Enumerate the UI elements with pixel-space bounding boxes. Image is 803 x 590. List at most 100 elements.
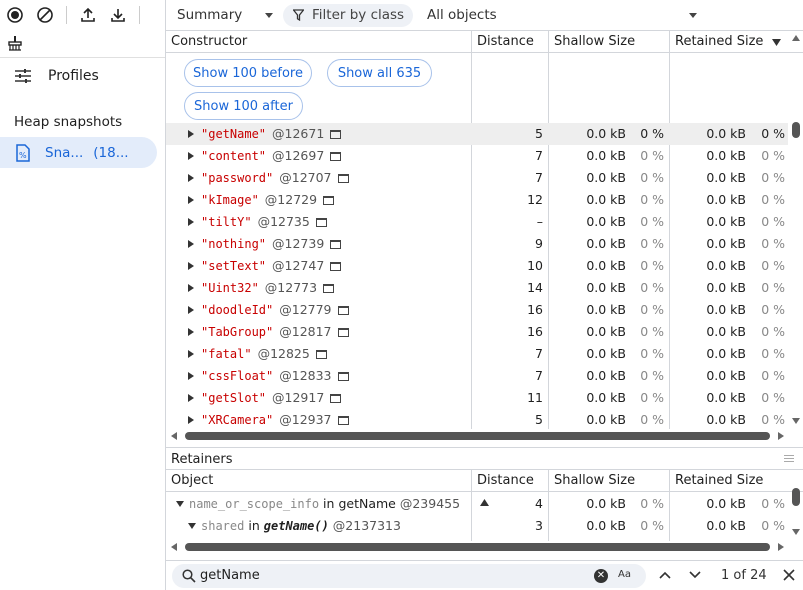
distance-cell: 4 [535,496,543,511]
shallow-percent-cell: 0 % [640,324,664,339]
expand-arrow-icon[interactable] [188,416,194,424]
table-row[interactable]: "TabGroup" @12817 16 0.0 kB 0 % 0.0 kB 0 % [166,321,788,343]
window-icon [330,262,342,271]
sidebar-item-profiles[interactable]: Profiles [14,68,99,84]
table-row[interactable]: "fatal" @12825 7 0.0 kB 0 % 0.0 kB 0 % [166,343,788,365]
collapse-arrow-icon[interactable] [176,501,184,507]
header-retained-size[interactable]: Retained Size [670,470,790,492]
shallow-percent-cell: 0 % [640,390,664,405]
objects-select[interactable]: All objects [427,7,697,23]
toolbar-separator [139,6,140,24]
retained-percent-cell: 0 % [761,192,785,207]
collect-garbage-icon[interactable] [4,32,26,54]
scroll-up-arrow-icon[interactable] [792,35,800,41]
retainer-row[interactable]: name_or_scope_info in getName @239455 4 0.0 k… [166,493,788,515]
window-icon [337,174,349,183]
search-input[interactable]: getName ✕ Aa [172,564,646,588]
constructor-name: "XRCamera" @12937 [201,412,349,427]
sidebar-divider [0,57,165,58]
scroll-right-arrow-icon[interactable] [778,543,784,551]
scroll-down-arrow-icon[interactable] [792,529,800,535]
table-row[interactable]: "XRCamera" @12937 5 0.0 kB 0 % 0.0 kB 0 % [166,409,788,431]
show-before-button[interactable]: Show 100 before [184,59,312,87]
header-constructor[interactable]: Constructor [166,31,471,53]
collapse-arrow-icon[interactable] [188,523,196,529]
close-icon[interactable] [781,567,797,583]
table-row[interactable]: "doodleId" @12779 16 0.0 kB 0 % 0.0 kB 0 % [166,299,788,321]
show-after-button[interactable]: Show 100 after [184,92,303,120]
class-filter-input[interactable]: Filter by class [283,3,413,27]
object-id: @12773 [264,280,318,295]
expand-arrow-icon[interactable] [188,394,194,402]
retainers-vertical-scrollbar[interactable] [789,488,803,540]
string-value: "Uint32" [201,281,259,295]
shallow-size-cell: 0.0 kB [586,280,626,295]
previous-match-icon[interactable] [657,567,673,583]
next-match-icon[interactable] [687,567,703,583]
expand-arrow-icon[interactable] [188,152,194,160]
toolbar-separator [66,6,67,24]
scroll-right-arrow-icon[interactable] [778,432,784,440]
table-row[interactable]: "setText" @12747 10 0.0 kB 0 % 0.0 kB 0 % [166,255,788,277]
shallow-size-cell: 0.0 kB [586,192,626,207]
expand-arrow-icon[interactable] [188,174,194,182]
match-count: 1 of 24 [721,568,767,583]
header-shallow-size[interactable]: Shallow Size [549,31,669,53]
header-retained-size[interactable]: Retained Size [670,31,770,53]
scroll-left-arrow-icon[interactable] [171,432,177,440]
table-row[interactable]: "getSlot" @12917 11 0.0 kB 0 % 0.0 kB 0 % [166,387,788,409]
expand-arrow-icon[interactable] [188,284,194,292]
object-id: @12671 [272,126,325,141]
retained-size-cell: 0.0 kB [706,258,746,273]
distance-cell: 7 [535,368,543,383]
expand-arrow-icon[interactable] [188,306,194,314]
horizontal-scroll-thumb[interactable] [185,432,770,440]
show-all-button[interactable]: Show all 635 [327,59,432,87]
upload-icon[interactable] [77,4,99,26]
vertical-scroll-thumb[interactable] [792,488,800,506]
summary-vertical-scrollbar[interactable] [789,31,803,429]
expand-arrow-icon[interactable] [188,350,194,358]
table-row[interactable]: "Uint32" @12773 14 0.0 kB 0 % 0.0 kB 0 % [166,277,788,299]
vertical-scroll-thumb[interactable] [792,122,800,138]
table-row[interactable]: "nothing" @12739 9 0.0 kB 0 % 0.0 kB 0 % [166,233,788,255]
retainer-row[interactable]: shared in getName() @2137313 3 0.0 kB 0 % 0.0 k… [166,515,788,537]
table-row[interactable]: "content" @12697 7 0.0 kB 0 % 0.0 kB 0 % [166,145,788,167]
download-icon[interactable] [107,4,129,26]
header-object[interactable]: Object [166,470,471,492]
table-row[interactable]: "kImage" @12729 12 0.0 kB 0 % 0.0 kB 0 % [166,189,788,211]
retained-percent-cell: 0 % [761,302,785,317]
table-row[interactable]: "tiltY" @12735 – 0.0 kB 0 % 0.0 kB 0 % [166,211,788,233]
expand-arrow-icon[interactable] [188,328,194,336]
retainers-horizontal-scrollbar[interactable] [168,541,788,553]
table-row[interactable]: "password" @12707 7 0.0 kB 0 % 0.0 kB 0 % [166,167,788,189]
record-icon[interactable] [4,4,26,26]
scroll-down-arrow-icon[interactable] [792,418,800,424]
expand-arrow-icon[interactable] [188,262,194,270]
expand-arrow-icon[interactable] [188,130,194,138]
clear-search-icon[interactable]: ✕ [594,569,608,583]
expand-arrow-icon[interactable] [188,218,194,226]
header-distance[interactable]: Distance [472,31,548,53]
expand-arrow-icon[interactable] [188,240,194,248]
view-select[interactable]: Summary [177,7,273,23]
horizontal-scroll-thumb[interactable] [185,543,770,551]
table-row[interactable]: "getName" @12671 5 0.0 kB 0 % 0.0 kB 0 % [166,123,788,145]
header-distance[interactable]: Distance [472,470,548,506]
clear-icon[interactable] [34,4,56,26]
summary-horizontal-scrollbar[interactable] [168,430,788,442]
match-case-toggle[interactable]: Aa [618,569,631,580]
object-id: @12739 [272,236,325,251]
header-shallow-size[interactable]: Shallow Size [549,470,669,492]
sidebar-item-snapshot[interactable]: % Sna... (18... [0,137,157,168]
shallow-size-cell: 0.0 kB [586,148,626,163]
table-row[interactable]: "cssFloat" @12833 7 0.0 kB 0 % 0.0 kB 0 % [166,365,788,387]
expand-arrow-icon[interactable] [188,196,194,204]
expand-arrow-icon[interactable] [188,372,194,380]
retainer-object: getName() [263,519,329,533]
scroll-left-arrow-icon[interactable] [171,543,177,551]
sidebar-toolbar [0,1,146,29]
resize-grip-icon[interactable] [784,455,794,462]
shallow-percent-cell: 0 % [640,170,664,185]
distance-cell: 7 [535,346,543,361]
